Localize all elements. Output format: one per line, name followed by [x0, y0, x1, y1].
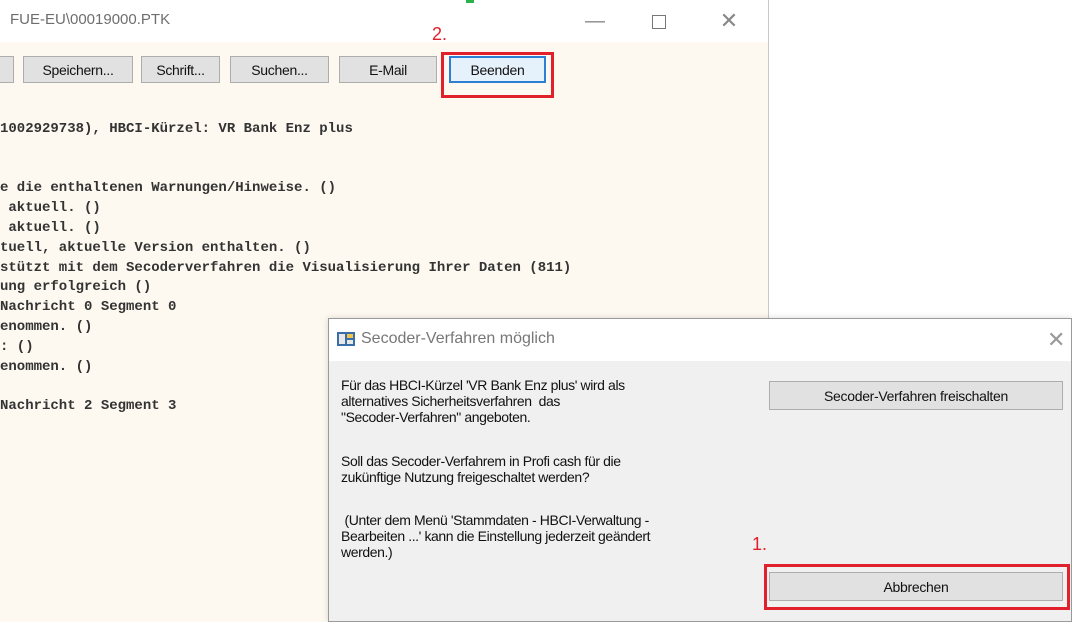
highlight-abbrechen — [764, 564, 1070, 610]
dialog-titlebar[interactable]: Secoder-Verfahren möglich ✕ — [329, 319, 1071, 361]
highlight-beenden — [441, 52, 554, 98]
schrift-button[interactable]: Schrift... — [141, 56, 220, 83]
log-line: tuell, aktuelle Version enthalten. () — [0, 239, 311, 256]
green-indicator — [466, 0, 474, 3]
close-icon[interactable]: ✕ — [706, 6, 752, 36]
step-1-label: 1. — [752, 534, 768, 554]
log-line: aktuell. () — [0, 219, 101, 236]
dialog-paragraph-offer: Für das HBCI-Kürzel 'VR Bank Enz plus' w… — [341, 377, 625, 425]
toolbar-button-partial[interactable] — [0, 56, 14, 83]
speichern-button[interactable]: Speichern... — [23, 56, 133, 83]
log-line: Nachricht 0 Segment 0 — [0, 299, 177, 316]
toolbar: Speichern... Schrift... Suchen... E-Mail… — [0, 46, 768, 92]
log-line: 1002929738), HBCI-Kürzel: VR Bank Enz pl… — [0, 121, 353, 137]
suchen-button[interactable]: Suchen... — [230, 56, 329, 83]
app-icon — [337, 332, 355, 346]
log-line: ung erfolgreich () — [0, 279, 152, 296]
window-title: FUE-EU\00019000.PTK — [10, 11, 171, 28]
secoder-freischalten-button[interactable]: Secoder-Verfahren freischalten — [769, 381, 1063, 410]
log-line: e die enthaltenen Warnungen/Hinweise. () — [0, 180, 337, 197]
dialog-paragraph-question: Soll das Secoder-Verfahrem in Profi cash… — [341, 453, 621, 485]
log-window-titlebar[interactable]: FUE-EU\00019000.PTK — ✕ — [0, 0, 768, 42]
email-button[interactable]: E-Mail — [339, 56, 437, 83]
step-2-label: 2. — [432, 24, 448, 44]
maximize-icon[interactable] — [636, 6, 682, 36]
minimize-icon[interactable]: — — [572, 6, 618, 36]
log-line: aktuell. () — [0, 200, 101, 217]
close-icon[interactable]: ✕ — [1047, 327, 1065, 353]
dialog-title: Secoder-Verfahren möglich — [361, 330, 555, 347]
dialog-paragraph-hint: (Unter dem Menü 'Stammdaten - HBCI-Verwa… — [341, 512, 651, 560]
log-line: stützt mit dem Secoderverfahren die Visu… — [0, 259, 572, 276]
